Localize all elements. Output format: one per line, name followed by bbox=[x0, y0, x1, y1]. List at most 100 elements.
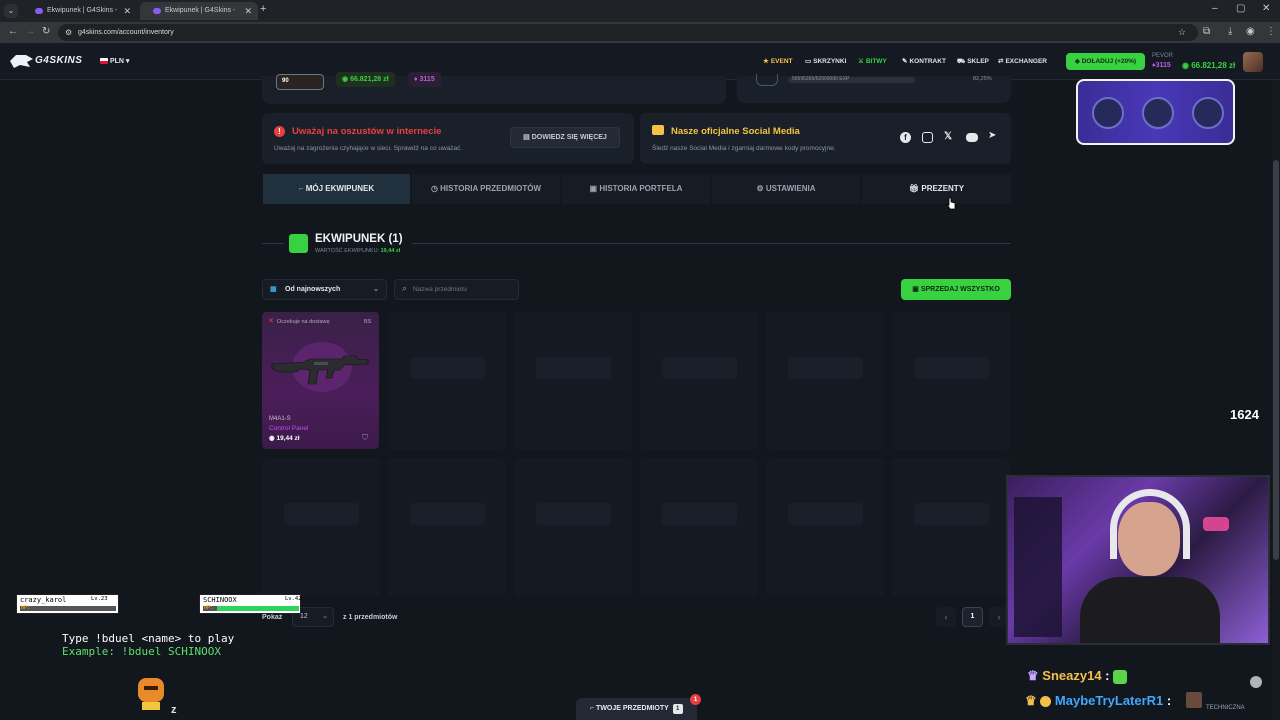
menu-label: EXCHANGER bbox=[1005, 58, 1047, 65]
browser-tab-active[interactable]: Ekwipunek | G4Skins - Otwieraj ✕ bbox=[140, 2, 258, 32]
empty-slot bbox=[766, 458, 884, 596]
menu-battles[interactable]: ⚔ BITWY bbox=[858, 57, 887, 65]
download-icon[interactable]: ⤓ bbox=[1228, 26, 1232, 37]
search-input[interactable] bbox=[413, 282, 513, 297]
empty-slot bbox=[892, 458, 1010, 596]
empty-slot bbox=[388, 312, 506, 450]
slot-placeholder bbox=[410, 503, 485, 525]
menu-label: KONTRAKT bbox=[909, 58, 946, 65]
facebook-icon[interactable]: f bbox=[900, 132, 911, 143]
item-card[interactable]: ✕ Oczekuje na dostawę BS M4A1-S Control … bbox=[262, 312, 379, 449]
hp-bar: HP: bbox=[203, 605, 299, 611]
empty-slot bbox=[514, 312, 632, 450]
window-close-icon[interactable]: ✕ bbox=[1262, 3, 1270, 14]
close-tab-icon[interactable]: ✕ bbox=[244, 2, 252, 20]
chevron-down-icon: ⌄ bbox=[373, 286, 379, 293]
sell-all-button[interactable]: ▣ SPRZEDAJ WSZYSTKO bbox=[901, 279, 1011, 300]
fraud-alert-card: ! Uważaj na oszustów w internecie Uważaj… bbox=[262, 113, 634, 164]
slot-placeholder bbox=[536, 503, 611, 525]
player-name: SCHINOOX bbox=[203, 596, 237, 604]
banner-figure bbox=[1192, 97, 1224, 129]
gear-icon: ⚙ bbox=[756, 184, 764, 193]
favicon-icon bbox=[35, 8, 43, 14]
inventory-title: EKWIPUNEK (1) bbox=[315, 233, 403, 245]
coin-icon: ◉ bbox=[1182, 61, 1189, 70]
learn-more-button[interactable]: ▤ DOWIEDZ SIĘ WIĘCEJ bbox=[510, 127, 620, 148]
fraud-title: Uważaj na oszustów w internecie bbox=[292, 126, 442, 137]
tab-wallet-history[interactable]: ▣ HISTORIA PORTFELA bbox=[562, 174, 710, 204]
profile-balance: ◉ 66.821,28 zł bbox=[336, 72, 395, 87]
close-tab-icon[interactable]: ✕ bbox=[123, 2, 131, 20]
price-value: 19,44 zł bbox=[276, 435, 300, 442]
tab-item-history[interactable]: ◷ HISTORIA PRZEDMIOTÓW bbox=[412, 174, 560, 204]
x-twitter-icon[interactable]: 𝕏 bbox=[944, 131, 952, 142]
back-icon[interactable]: ← bbox=[8, 26, 18, 37]
rifle-image bbox=[271, 355, 369, 385]
box-icon: ▭ bbox=[805, 58, 812, 65]
forward-icon[interactable]: → bbox=[25, 26, 35, 37]
tab-my-inventory[interactable]: ⌐ MÓJ EKWIPUNEK bbox=[263, 174, 410, 204]
menu-cases[interactable]: ▭ SKRZYNKI bbox=[805, 57, 846, 65]
discord-icon[interactable] bbox=[966, 133, 978, 142]
your-items-button[interactable]: ⌐ TWOJE PRZEDMIOTY 1 bbox=[576, 698, 697, 720]
minimize-icon[interactable]: – bbox=[1212, 3, 1218, 14]
menu-shop[interactable]: ⛟ SKLEP bbox=[957, 57, 989, 66]
overlay-small-text: TECHNICZNA bbox=[1206, 705, 1245, 711]
xp-text: 56595265/62000000 EXP bbox=[792, 76, 850, 82]
level-value: 90 bbox=[282, 78, 289, 84]
calendar-icon: ▦ bbox=[270, 286, 277, 293]
event-banner[interactable] bbox=[1076, 79, 1235, 145]
wallet-icon: ◈ bbox=[1074, 58, 1080, 65]
tab-label: HISTORIA PRZEDMIOTÓW bbox=[440, 184, 542, 193]
tab-label: PREZENTY bbox=[921, 184, 965, 193]
flag-pl-icon bbox=[100, 58, 108, 65]
sort-dropdown[interactable]: ▦ Od najnowszych ⌄ bbox=[262, 279, 387, 300]
chevron-down-icon: ⌄ bbox=[322, 613, 328, 620]
browser-menu-icon[interactable]: ⋮ bbox=[1266, 26, 1276, 37]
menu-contract[interactable]: ✎ KONTRAKT bbox=[902, 57, 946, 65]
new-tab-icon[interactable]: + bbox=[260, 3, 266, 15]
menu-label: SKRZYNKI bbox=[813, 58, 847, 65]
alert-icon: ! bbox=[274, 126, 285, 137]
banner-figure bbox=[1092, 97, 1124, 129]
value-amount: 19,44 zł bbox=[380, 248, 401, 254]
item-status: Oczekuje na dostawę bbox=[277, 319, 330, 325]
tab-gifts[interactable]: 🎁︎ PREZENTY bbox=[862, 174, 1011, 204]
menu-event[interactable]: ★ EVENT bbox=[763, 57, 793, 65]
tab-label: MÓJ EKWIPUNEK bbox=[305, 184, 375, 193]
gift-icon: 🎁︎ bbox=[908, 184, 920, 193]
hp-bar: HP: bbox=[20, 605, 116, 611]
telegram-icon[interactable]: ➤ bbox=[988, 130, 996, 141]
instagram-icon[interactable] bbox=[922, 132, 933, 143]
user-points: ♦3115 bbox=[1152, 62, 1171, 69]
social-media-card: Nasze oficjalne Social Media Śledź nasze… bbox=[640, 113, 1011, 164]
tab-search-icon[interactable]: ⌄ bbox=[4, 4, 18, 18]
profile-icon[interactable]: ◉ bbox=[1246, 26, 1255, 37]
site-info-icon[interactable]: ⚙ bbox=[65, 24, 72, 41]
balance-value: 66.821,28 zł bbox=[1191, 61, 1236, 70]
pumpkin-base bbox=[142, 702, 160, 710]
bookmark-star-icon[interactable]: ☆ bbox=[1178, 24, 1186, 41]
page-1-button[interactable]: 1 bbox=[962, 607, 983, 627]
gun-icon: ⌐ bbox=[298, 184, 304, 193]
prev-page-button[interactable]: ‹ bbox=[936, 607, 956, 627]
extensions-icon[interactable]: ⧉ bbox=[1203, 26, 1210, 37]
url-field[interactable]: ⚙ g4skins.com/account/inventory ☆ bbox=[58, 24, 1198, 41]
page-scrollbar[interactable] bbox=[1272, 80, 1280, 720]
logo-text: G4SKINS bbox=[35, 55, 83, 66]
currency-selector[interactable]: PLN ▾ bbox=[100, 57, 129, 65]
menu-exchanger[interactable]: ⇄ EXCHANGER bbox=[998, 57, 1047, 65]
topup-button[interactable]: ◈ DOŁADUJ (+20%) bbox=[1066, 53, 1145, 70]
reload-icon[interactable]: ↻ bbox=[42, 26, 50, 37]
search-box[interactable]: ⌕ bbox=[394, 279, 519, 300]
tab-label: HISTORIA PORTFELA bbox=[599, 184, 683, 193]
avatar[interactable] bbox=[1243, 52, 1263, 72]
gun-icon: ⌐ bbox=[590, 705, 595, 712]
maximize-icon[interactable]: ▢ bbox=[1236, 3, 1245, 14]
shield-icon[interactable]: ⛉ bbox=[362, 433, 368, 443]
points-value: 3115 bbox=[419, 76, 435, 83]
megaphone-icon bbox=[652, 125, 664, 135]
browser-tab[interactable]: Ekwipunek | G4Skins - Otwieraj ✕ bbox=[22, 2, 137, 32]
scrollbar-thumb[interactable] bbox=[1273, 160, 1279, 560]
tab-settings[interactable]: ⚙ USTAWIENIA bbox=[712, 174, 860, 204]
